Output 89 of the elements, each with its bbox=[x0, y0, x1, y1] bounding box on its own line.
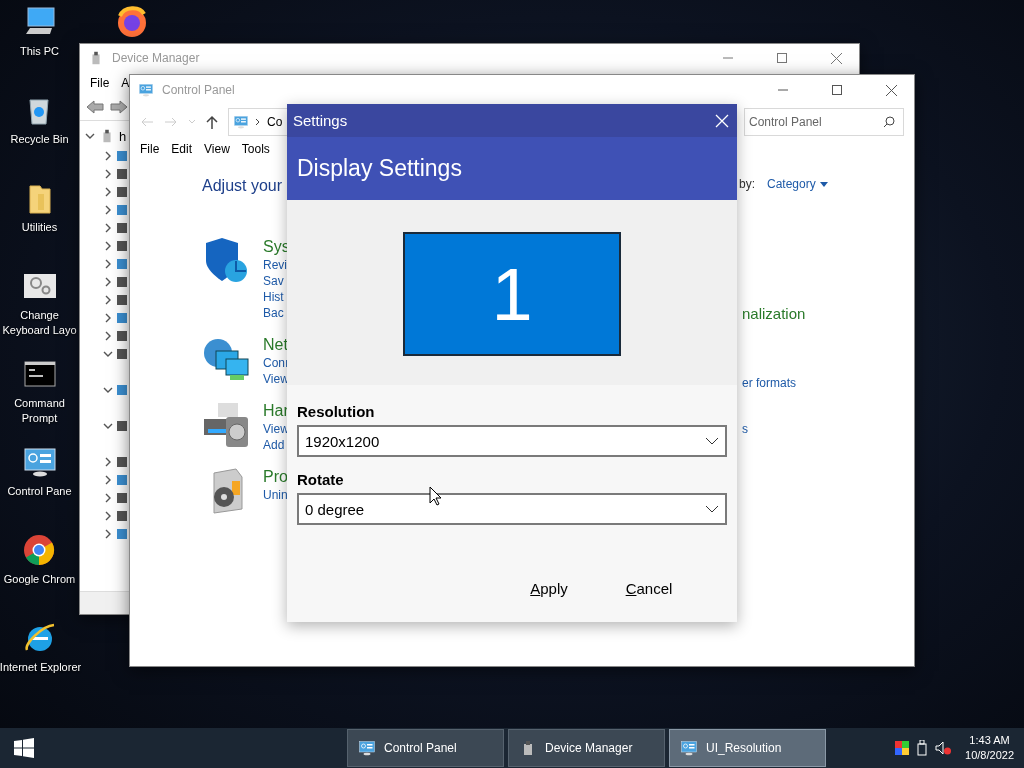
view-by-dropdown[interactable]: Category bbox=[767, 177, 828, 191]
close-icon[interactable] bbox=[885, 84, 897, 96]
back-arrow-icon[interactable] bbox=[86, 100, 104, 114]
search-icon[interactable] bbox=[883, 116, 895, 128]
expand-chevron-icon[interactable] bbox=[103, 421, 113, 431]
dialog-heading: Display Settings bbox=[297, 155, 462, 182]
desktop-icon-label[interactable]: Control Pane bbox=[7, 484, 72, 499]
task-link[interactable]: Revi bbox=[263, 257, 290, 273]
chevron-down-icon bbox=[705, 437, 719, 445]
category-title[interactable]: nalization bbox=[742, 305, 806, 322]
usb-drive-icon[interactable] bbox=[917, 740, 928, 756]
speaker-muted-icon[interactable] bbox=[935, 741, 952, 755]
breadcrumb-chevron-icon bbox=[255, 118, 261, 126]
category-title[interactable]: Net bbox=[263, 335, 289, 355]
menu-item[interactable]: Tools bbox=[241, 142, 270, 156]
color-palette-icon[interactable] bbox=[895, 741, 910, 755]
desktop-icon-label[interactable]: This PC bbox=[19, 44, 60, 59]
device-icon bbox=[117, 239, 127, 253]
forward-arrow-icon[interactable] bbox=[110, 100, 128, 114]
task-link[interactable]: Conı bbox=[263, 355, 289, 371]
device-icon bbox=[117, 473, 127, 487]
device-icon bbox=[117, 167, 127, 181]
task-link[interactable]: er formats bbox=[742, 376, 796, 390]
apply-button[interactable]: Apply bbox=[507, 574, 591, 603]
device-icon bbox=[117, 347, 127, 361]
expand-chevron-icon[interactable] bbox=[103, 385, 113, 395]
dropdown-caret-icon bbox=[819, 181, 828, 187]
menu-item[interactable]: View bbox=[204, 142, 230, 156]
device-icon bbox=[117, 203, 127, 217]
desktop-icon-label[interactable]: Google Chrom bbox=[3, 572, 76, 587]
device-icon bbox=[117, 527, 127, 541]
view-by-label: by: bbox=[739, 177, 755, 191]
window-title: Device Manager bbox=[112, 51, 201, 65]
category-title[interactable]: Har bbox=[263, 401, 289, 421]
menu-item[interactable]: A bbox=[121, 76, 130, 90]
task-link[interactable]: Add bbox=[263, 437, 289, 453]
task-link[interactable]: Sav bbox=[263, 273, 290, 289]
device-icon bbox=[117, 491, 127, 505]
tree-item-label[interactable]: h bbox=[119, 128, 127, 144]
search-box[interactable]: Control Panel bbox=[744, 108, 904, 136]
field-label: Resolution bbox=[297, 403, 376, 420]
taskbar-button[interactable]: UI_Resolution bbox=[669, 729, 826, 767]
cancel-button[interactable]: Cancel bbox=[607, 574, 691, 603]
search-input[interactable]: Control Panel bbox=[749, 115, 879, 129]
device-icon bbox=[117, 311, 127, 325]
taskbar-button[interactable]: Device Manager bbox=[508, 729, 665, 767]
desktop-icon-label[interactable]: Recycle Bin bbox=[10, 132, 69, 147]
device-icon bbox=[117, 455, 127, 469]
device-icon bbox=[117, 221, 127, 235]
chevron-down-icon bbox=[705, 505, 719, 513]
desktop-icon-label[interactable]: Change Keyboard Layo bbox=[0, 308, 79, 338]
up-arrow-icon[interactable] bbox=[206, 115, 218, 129]
maximize-icon[interactable] bbox=[777, 53, 787, 63]
task-link[interactable]: Unin bbox=[263, 487, 288, 503]
monitor-number: 1 bbox=[491, 251, 533, 337]
dropdown-field[interactable]: 0 degree bbox=[297, 493, 727, 525]
device-icon bbox=[117, 419, 127, 433]
monitor-tile[interactable]: 1 bbox=[403, 232, 621, 356]
close-icon[interactable] bbox=[830, 52, 842, 64]
clock[interactable]: 1:43 AM 10/8/2022 bbox=[965, 733, 1014, 763]
desktop-icon-label[interactable]: Internet Explorer bbox=[0, 660, 82, 675]
field-label: Rotate bbox=[297, 471, 345, 488]
desktop-icon-label[interactable]: Command Prompt bbox=[0, 396, 79, 426]
device-icon bbox=[117, 329, 127, 343]
task-link[interactable]: Bac bbox=[263, 305, 290, 321]
taskbar-button[interactable]: Control Panel bbox=[347, 729, 504, 767]
desktop-icon-label[interactable]: Utilities bbox=[21, 220, 58, 235]
dialog-title: Settings bbox=[293, 112, 348, 129]
device-icon bbox=[117, 185, 127, 199]
menu-item[interactable]: File bbox=[90, 76, 110, 90]
menu-item[interactable]: Edit bbox=[171, 142, 193, 156]
dropdown-field[interactable]: 1920x1200 bbox=[297, 425, 727, 457]
device-icon bbox=[117, 149, 127, 163]
device-icon bbox=[117, 383, 127, 397]
menu-item[interactable]: File bbox=[140, 142, 160, 156]
device-icon bbox=[117, 293, 127, 307]
device-icon bbox=[117, 275, 127, 289]
task-link[interactable]: Hist bbox=[263, 289, 290, 305]
device-icon bbox=[117, 257, 127, 271]
window-title: Control Panel bbox=[162, 83, 236, 97]
device-icon bbox=[117, 509, 127, 523]
control-panel-icon[interactable] bbox=[358, 739, 376, 757]
breadcrumb-text[interactable]: Co bbox=[267, 115, 283, 129]
task-link[interactable]: s bbox=[742, 422, 748, 436]
cursor-icon bbox=[429, 486, 441, 506]
printer-icon bbox=[202, 401, 250, 449]
maximize-icon[interactable] bbox=[832, 85, 842, 95]
category-title[interactable]: Pro bbox=[263, 467, 288, 487]
windows-logo-icon[interactable] bbox=[14, 738, 34, 758]
